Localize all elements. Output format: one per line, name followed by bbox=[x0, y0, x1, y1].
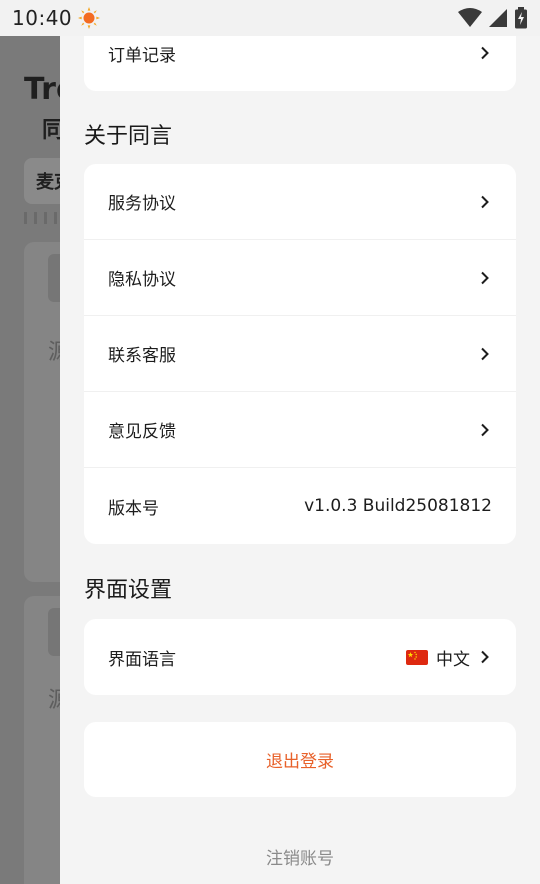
background-card-1: 源 bbox=[24, 242, 60, 582]
logout-button[interactable]: 退出登录 bbox=[84, 722, 516, 797]
battery-icon bbox=[515, 7, 527, 29]
privacy-agreement-label: 隐私协议 bbox=[108, 270, 176, 290]
chevron-right-icon bbox=[481, 650, 489, 664]
background-card-2: 源 bbox=[24, 596, 60, 884]
background-tick-marks bbox=[24, 212, 60, 224]
interface-section-title: 界面设置 bbox=[84, 578, 173, 603]
status-bar: 10:40 bbox=[0, 0, 540, 36]
settings-drawer: 订单记录 关于同言 服务协议 隐私协议 联系客服 意见反馈 版本号 v1.0.3… bbox=[60, 36, 540, 884]
about-section-title: 关于同言 bbox=[84, 124, 173, 149]
wifi-icon bbox=[458, 8, 482, 27]
background-app: Tro 同 麦克 源 源 bbox=[0, 36, 60, 884]
background-card-text: 源 bbox=[48, 688, 60, 713]
service-agreement-label: 服务协议 bbox=[108, 194, 176, 214]
version-label: 版本号 bbox=[108, 498, 159, 519]
background-search-label: 麦克 bbox=[36, 172, 60, 193]
language-selector[interactable]: 中文 bbox=[406, 645, 492, 670]
interface-language-value: 中文 bbox=[436, 649, 470, 670]
about-card: 服务协议 隐私协议 联系客服 意见反馈 版本号 v1.0.3 Build2508… bbox=[84, 164, 516, 544]
contact-support-item[interactable]: 联系客服 bbox=[84, 316, 516, 392]
chevron-right-icon bbox=[481, 423, 489, 436]
status-time: 10:40 bbox=[12, 6, 73, 30]
contact-support-label: 联系客服 bbox=[108, 346, 176, 366]
cancel-account-button[interactable]: 注销账号 bbox=[60, 844, 540, 869]
chevron-right-icon bbox=[481, 271, 489, 284]
sun-icon bbox=[78, 7, 101, 29]
interface-language-item[interactable]: 界面语言 中文 bbox=[84, 619, 516, 695]
background-card-thumbnail bbox=[48, 608, 60, 656]
background-search-bar: 麦克 bbox=[24, 158, 60, 204]
signal-icon bbox=[489, 9, 507, 27]
background-app-title: Tro bbox=[24, 72, 60, 107]
interface-language-label: 界面语言 bbox=[108, 649, 176, 670]
chevron-right-icon bbox=[481, 347, 489, 360]
order-card: 订单记录 bbox=[84, 36, 516, 91]
background-app-subtitle: 同 bbox=[42, 118, 60, 143]
service-agreement-item[interactable]: 服务协议 bbox=[84, 164, 516, 240]
chevron-right-icon bbox=[481, 46, 489, 60]
privacy-agreement-item[interactable]: 隐私协议 bbox=[84, 240, 516, 316]
order-history-label: 订单记录 bbox=[108, 45, 176, 66]
status-icons bbox=[458, 7, 528, 29]
feedback-item[interactable]: 意见反馈 bbox=[84, 392, 516, 468]
background-card-thumbnail bbox=[48, 254, 60, 302]
feedback-label: 意见反馈 bbox=[108, 422, 176, 442]
background-card-text: 源 bbox=[48, 340, 60, 365]
order-history-item[interactable]: 订单记录 bbox=[84, 36, 516, 91]
interface-card: 界面语言 中文 bbox=[84, 619, 516, 695]
version-value: v1.0.3 Build25081812 bbox=[304, 496, 492, 516]
china-flag-icon bbox=[406, 649, 428, 665]
version-item: 版本号 v1.0.3 Build25081812 bbox=[84, 468, 516, 544]
chevron-right-icon bbox=[481, 195, 489, 208]
